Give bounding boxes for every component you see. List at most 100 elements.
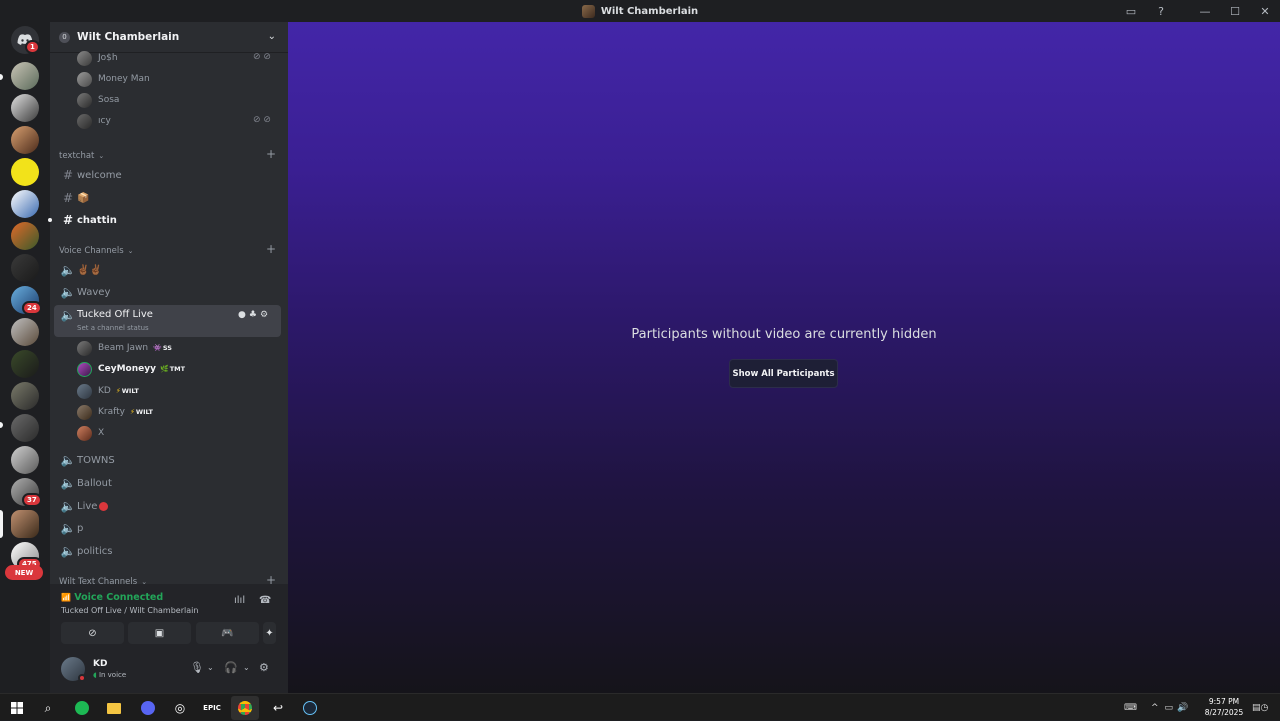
chevron-down-icon[interactable]: ⌄ (243, 663, 250, 672)
windows-start-icon[interactable] (7, 698, 27, 718)
server-icon[interactable] (11, 190, 39, 218)
headphones-icon[interactable]: 🎧 (224, 661, 238, 674)
voice-channel[interactable]: 🔈 politics (59, 540, 113, 562)
new-unreads-badge[interactable]: NEW (5, 565, 43, 580)
volume-icon[interactable]: 🔊 (1177, 703, 1188, 713)
soundboard-button[interactable]: ✦ (263, 622, 276, 644)
member-name: Beam Jawn (98, 343, 149, 353)
channel-name: Wavey (77, 286, 111, 298)
voice-channel[interactable]: 🔈 Wavey (59, 281, 111, 303)
server-name: Wilt Chamberlain (77, 31, 180, 43)
voice-channel[interactable]: 🔈 ✌🏾✌🏾 (59, 259, 102, 281)
steam-icon[interactable] (300, 698, 320, 718)
server-icon[interactable] (11, 350, 39, 378)
user-name[interactable]: KD (93, 659, 107, 669)
category-textchat[interactable]: textchat ⌄ (59, 149, 104, 163)
server-icon[interactable] (11, 414, 39, 442)
channel-name: politics (77, 545, 113, 557)
member-name: CeyMoneyy (98, 364, 156, 374)
voice-member[interactable]: Money Man (77, 69, 150, 89)
voice-member[interactable]: X (77, 423, 104, 443)
file-explorer-icon[interactable] (104, 698, 124, 718)
show-all-participants-button[interactable]: Show All Participants (729, 359, 838, 388)
voice-channel[interactable]: 🔈 TOWNS (59, 449, 115, 471)
epic-games-icon[interactable]: EPIC (202, 698, 222, 718)
member-name: KD (98, 386, 111, 396)
server-icon[interactable] (11, 94, 39, 122)
server-icon[interactable] (11, 382, 39, 410)
speaker-icon: 🔈 (60, 476, 76, 490)
inbox-icon[interactable]: ▭ (1116, 0, 1146, 22)
voice-member[interactable]: KD ⚡ WILT (77, 381, 139, 401)
gear-icon[interactable]: ⚙ (260, 310, 268, 320)
disconnect-icon[interactable]: ☎ (259, 595, 271, 606)
voice-icon: ◖ (93, 671, 97, 679)
help-icon[interactable]: ? (1146, 0, 1176, 22)
app-icon[interactable]: ↩ (268, 698, 288, 718)
text-channel[interactable]: # welcome (59, 164, 122, 186)
maximize-button[interactable]: ☐ (1220, 0, 1250, 22)
soundboard-icon: ✦ (265, 627, 274, 639)
member-name: Krafty (98, 407, 125, 417)
server-icon[interactable] (11, 62, 39, 90)
server-icon[interactable] (11, 318, 39, 346)
chevron-down-icon[interactable]: ⌄ (207, 663, 214, 672)
chevron-up-icon[interactable]: ^ (1151, 703, 1159, 713)
category-voice[interactable]: Voice Channels ⌄ (59, 244, 134, 258)
minimize-button[interactable]: — (1190, 0, 1220, 22)
text-channel[interactable]: # 📦 (59, 187, 89, 209)
microphone-icon[interactable]: 🎙 (190, 661, 204, 674)
avatar (77, 71, 92, 87)
voice-channel[interactable]: 🔈 Ballout (59, 472, 112, 494)
server-icon[interactable] (11, 254, 39, 282)
channel-status-prompt[interactable]: Set a channel status (77, 324, 149, 332)
close-button[interactable]: ✕ (1250, 0, 1280, 22)
server-icon[interactable] (11, 158, 39, 186)
spotify-icon[interactable] (72, 698, 92, 718)
app-icon[interactable]: ◎ (170, 698, 190, 718)
search-icon[interactable]: ⌕ (38, 698, 58, 718)
add-channel-icon[interactable]: + (266, 242, 276, 256)
voice-member[interactable]: Krafty ⚡ WILT (77, 402, 153, 422)
settings-gear-icon[interactable]: ⚙ (259, 661, 269, 674)
server-icon[interactable] (11, 126, 39, 154)
chat-icon[interactable]: ● (238, 310, 246, 320)
voice-member-speaking[interactable]: CeyMoneyy 🌿 TMT (77, 359, 185, 379)
clock-date: 8/27/2025 (1204, 708, 1244, 717)
voice-connected-status[interactable]: 📶 Voice Connected (61, 592, 163, 603)
hidden-participants-message: Participants without video are currently… (631, 327, 937, 342)
member-tag: TMT (169, 365, 186, 373)
chrome-icon[interactable] (235, 698, 255, 718)
muted-deafened-icon: ⊘ ⊘ (253, 52, 271, 62)
voice-location[interactable]: Tucked Off Live / Wilt Chamberlain (61, 606, 198, 615)
member-name: Jo$h (98, 53, 118, 63)
voice-member[interactable]: Beam Jawn 👾 SS (77, 338, 172, 358)
chevron-down-icon: ⌄ (98, 152, 105, 160)
keyboard-layout-icon[interactable]: ⌨ (1124, 703, 1137, 713)
activity-button[interactable]: 🎮 (196, 622, 259, 644)
server-icon[interactable] (11, 222, 39, 250)
network-icon[interactable]: ▭ (1165, 703, 1174, 713)
voice-member[interactable]: Jo$h (77, 48, 118, 68)
gamepad-icon: 🎮 (221, 627, 234, 639)
noise-suppression-icon[interactable]: ılıl (234, 595, 245, 606)
invite-icon[interactable]: ♣ (249, 310, 257, 320)
voice-channel[interactable]: 🔈 Live (59, 495, 109, 517)
server-icon[interactable] (11, 446, 39, 474)
signal-icon: 📶 (61, 593, 71, 602)
server-icon-active[interactable] (11, 510, 39, 538)
discord-taskbar-icon[interactable] (138, 698, 158, 718)
voice-member[interactable]: Sosa (77, 90, 119, 110)
voice-channel[interactable]: 🔈 p (59, 517, 84, 539)
screen-share-button[interactable]: ▣ (128, 622, 191, 644)
clock[interactable]: 9:57 PM 8/27/2025 (1200, 696, 1248, 718)
voice-member[interactable]: ıcy (77, 111, 111, 131)
channel-name: chattin (77, 214, 117, 226)
camera-off-button[interactable]: ⊘ (61, 622, 124, 644)
channel-sidebar: 0 Wilt Chamberlain ⌄ Jo$h ⊘ ⊘ Money Man … (48, 22, 288, 693)
text-channel[interactable]: # chattin (59, 209, 117, 231)
add-channel-icon[interactable]: + (266, 147, 276, 161)
notifications-icon[interactable]: ▤◷ (1252, 694, 1268, 721)
member-name: Money Man (98, 74, 150, 84)
speaker-icon: 🔈 (60, 499, 76, 513)
